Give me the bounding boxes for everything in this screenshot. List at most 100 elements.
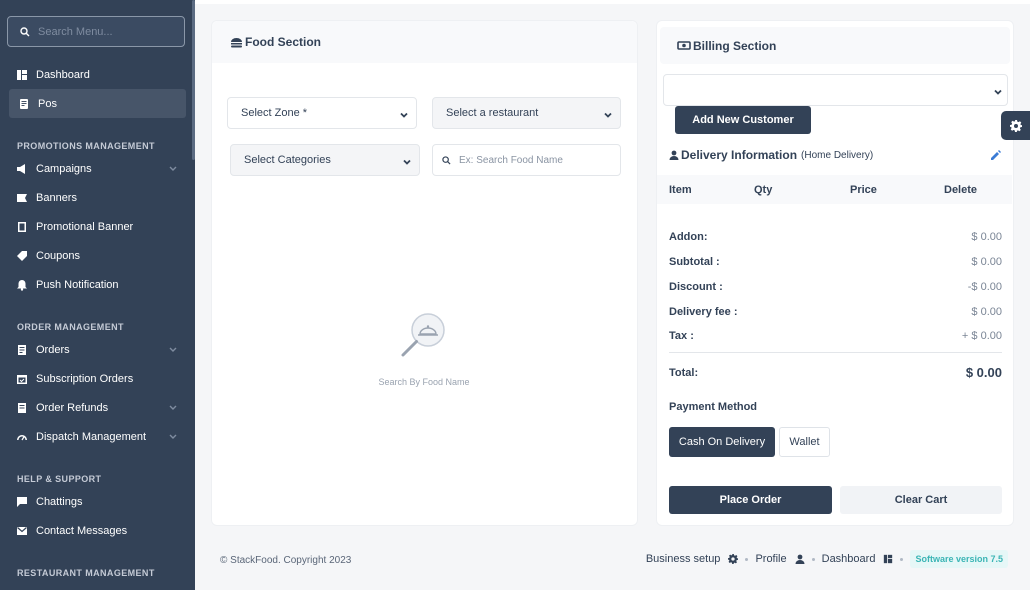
food-search[interactable] [432,144,621,176]
sidebar-item-pos[interactable]: Pos [9,89,186,118]
sidebar-item-label: Orders [36,343,70,356]
wallet-button[interactable]: Wallet [779,427,830,457]
sidebar: Dashboard Pos PROMOTIONS MANAGEMENT Camp… [0,0,195,590]
sidebar-item-banners[interactable]: Banners [0,183,195,212]
category-select[interactable]: Select Categories [230,144,420,176]
summary-value: -$ 0.00 [967,281,1002,293]
footer-dashboard-link[interactable]: Dashboard [822,553,894,565]
sidebar-item-campaigns[interactable]: Campaigns [0,154,195,183]
chevron-down-icon [169,347,177,352]
separator-dot [900,557,904,561]
separator-dot [745,557,749,561]
promotional-banner-icon [18,221,26,232]
footer-profile-link[interactable]: Profile [755,553,805,565]
sidebar-item-dashboard[interactable]: Dashboard [0,60,195,89]
sidebar-item-push-notification[interactable]: Push Notification [0,270,195,299]
orders-icon [18,344,26,355]
search-food-illustration-icon [398,310,450,362]
sidebar-item-dispatch-management[interactable]: Dispatch Management [0,422,195,451]
top-bar [195,0,1030,4]
banner-icon [17,193,27,202]
sidebar-item-label: Dispatch Management [36,430,147,443]
gear-icon [728,554,739,564]
zone-select[interactable]: Select Zone * [227,97,417,129]
sidebar-item-label: Push Notification [36,278,119,291]
sidebar-search-input[interactable] [38,25,178,38]
summary-value: + $ 0.00 [961,330,1002,342]
sidebar-item-order-refunds[interactable]: Order Refunds [0,393,195,422]
edit-delivery-button[interactable] [990,150,1001,161]
empty-state-text: Search By Food Name [378,377,470,387]
gear-icon [1009,119,1022,132]
section-heading-promotions: PROMOTIONS MANAGEMENT [17,141,155,151]
total-label: Total: [669,366,699,379]
col-qty: Qty [754,183,773,196]
category-select-value: Select Categories [244,154,331,166]
summary-total: Total: $ 0.00 [669,365,1002,380]
sidebar-search[interactable] [7,16,185,47]
delivery-type: (Home Delivery) [801,149,874,161]
cash-icon [677,41,691,50]
burger-icon [231,37,242,47]
footer-business-setup-link[interactable]: Business setup [646,553,739,565]
pos-icon [20,98,28,109]
col-item: Item [669,183,692,196]
sidebar-item-coupons[interactable]: Coupons [0,241,195,270]
summary-tax: Tax : + $ 0.00 [669,330,1002,342]
pencil-icon [991,150,1001,160]
section-heading-restaurant: RESTAURANT MANAGEMENT [17,568,155,578]
mail-icon [17,526,27,535]
restaurant-select-value: Select a restaurant [446,107,539,119]
zone-select-value: Select Zone * [241,107,308,119]
cart-table-header: Item Qty Price Delete [657,175,1012,204]
summary-value: $ 0.00 [971,231,1002,243]
food-section-header: Food Section [212,21,637,63]
place-order-button[interactable]: Place Order [669,486,832,514]
sidebar-nav: Dashboard Pos PROMOTIONS MANAGEMENT Camp… [0,60,195,581]
customer-select[interactable] [663,74,1008,106]
sidebar-item-label: Dashboard [36,68,90,81]
software-version-badge: Software version 7.5 [910,550,1008,568]
payment-method-title: Payment Method [669,401,758,413]
sidebar-item-label: Subscription Orders [36,372,134,385]
coupon-icon [17,250,27,261]
footer-links: Business setup Profile Dashboard Softwar… [646,550,1008,568]
sidebar-item-label: Banners [36,191,77,204]
sidebar-item-orders[interactable]: Orders [0,335,195,364]
delivery-information: Delivery Information (Home Delivery) [669,148,873,162]
refund-icon [18,402,26,413]
food-search-input[interactable] [459,154,619,166]
add-new-customer-button[interactable]: Add New Customer [675,106,811,134]
chevron-down-icon [169,166,177,171]
sidebar-item-label: Coupons [36,249,81,262]
summary-addon: Addon: $ 0.00 [669,231,1002,243]
dashboard-icon [17,69,27,80]
restaurant-select[interactable]: Select a restaurant [432,97,621,129]
summary-delivery-fee: Delivery fee : $ 0.00 [669,306,1002,318]
chevron-down-icon [169,405,177,410]
search-icon [20,26,30,36]
sidebar-item-label: Contact Messages [36,524,128,537]
summary-label: Addon: [669,231,708,243]
search-icon [442,155,451,165]
summary-value: $ 0.00 [971,256,1002,268]
sidebar-item-chattings[interactable]: Chattings [0,487,195,516]
section-heading-orders: ORDER MANAGEMENT [17,322,124,332]
settings-toggle[interactable] [1001,111,1030,140]
dashboard-icon [884,554,893,564]
total-value: $ 0.00 [965,365,1002,380]
summary-value: $ 0.00 [971,306,1002,318]
footer-link-label: Business setup [645,553,721,565]
sidebar-item-subscription-orders[interactable]: Subscription Orders [0,364,195,393]
billing-section-title: Billing Section [693,38,777,53]
clear-cart-button[interactable]: Clear Cart [840,486,1002,514]
notification-icon [17,279,27,291]
sidebar-item-contact-messages[interactable]: Contact Messages [0,516,195,545]
sidebar-item-label: Campaigns [36,162,92,175]
summary-label: Delivery fee : [669,306,738,318]
chat-icon [17,496,27,507]
cash-on-delivery-button[interactable]: Cash On Delivery [669,427,775,457]
sidebar-item-promotional-banner[interactable]: Promotional Banner [0,212,195,241]
sidebar-item-label: Chattings [36,495,83,508]
dispatch-icon [17,434,27,440]
